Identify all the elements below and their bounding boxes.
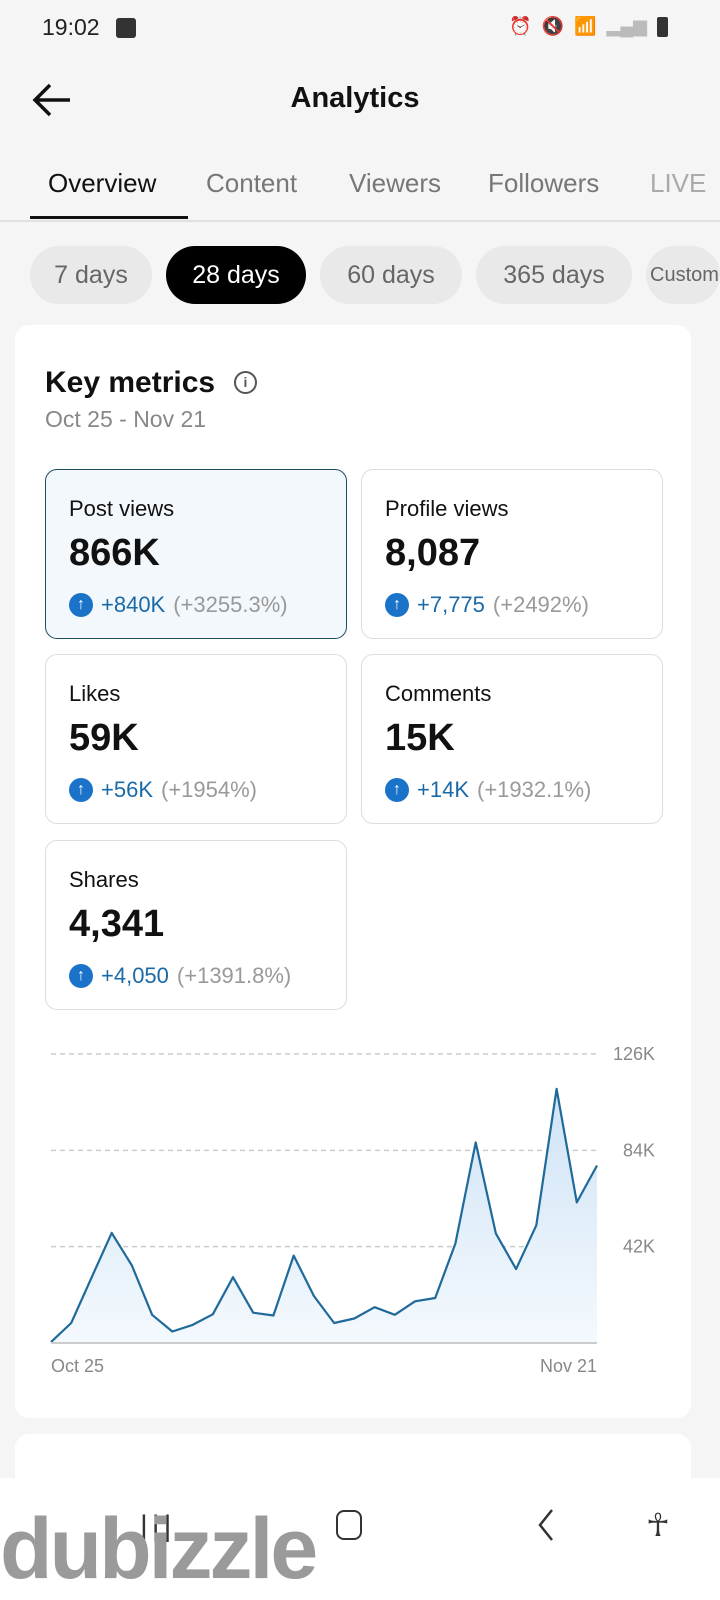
home-icon[interactable] bbox=[336, 1510, 362, 1540]
metric-change: ↑ +14K (+1932.1%) bbox=[385, 777, 591, 803]
metric-value: 8,087 bbox=[385, 532, 481, 574]
range-60-days[interactable]: 60 days bbox=[320, 246, 462, 304]
alarm-icon: ⏰ bbox=[509, 16, 532, 36]
arrow-up-icon: ↑ bbox=[69, 778, 93, 802]
metric-change: ↑ +7,775 (+2492%) bbox=[385, 592, 589, 618]
active-tab-indicator bbox=[30, 216, 188, 219]
date-range: Oct 25 - Nov 21 bbox=[45, 406, 207, 432]
metric-card-post-views[interactable]: Post views 866K ↑ +840K (+3255.3%) bbox=[45, 469, 347, 639]
status-time: 19:02 bbox=[42, 14, 100, 40]
metric-label: Likes bbox=[69, 681, 121, 706]
x-tick-label: Oct 25 bbox=[51, 1356, 104, 1376]
arrow-up-icon: ↑ bbox=[385, 778, 409, 802]
y-tick-label: 42K bbox=[623, 1237, 655, 1257]
page-title: Analytics bbox=[290, 82, 420, 114]
tab-followers[interactable]: Followers bbox=[488, 168, 599, 199]
x-tick-label: Nov 21 bbox=[540, 1356, 597, 1376]
metric-percent: (+1954%) bbox=[161, 777, 258, 802]
metric-change: ↑ +840K (+3255.3%) bbox=[69, 592, 288, 618]
metric-percent: (+3255.3%) bbox=[173, 592, 288, 617]
metric-card-profile-views[interactable]: Profile views 8,087 ↑ +7,775 (+2492%) bbox=[361, 469, 663, 639]
battery-charging-icon bbox=[657, 16, 668, 37]
mute-icon: 🔇 bbox=[541, 16, 565, 36]
metric-percent: (+1391.8%) bbox=[176, 963, 292, 988]
gallery-icon bbox=[116, 18, 136, 38]
arrow-up-icon: ↑ bbox=[385, 593, 409, 617]
y-tick-label: 126K bbox=[613, 1044, 655, 1064]
range-28-days[interactable]: 28 days bbox=[166, 246, 306, 304]
wifi-icon: 📶 bbox=[574, 16, 597, 36]
metric-label: Comments bbox=[385, 681, 492, 706]
tab-live[interactable]: LIVE bbox=[650, 168, 706, 199]
arrow-up-icon: ↑ bbox=[69, 593, 93, 617]
accessibility-icon[interactable]: ☥ bbox=[646, 1506, 670, 1544]
metric-change: ↑ +56K (+1954%) bbox=[69, 777, 257, 803]
arrow-up-icon: ↑ bbox=[69, 964, 93, 988]
y-tick-label: 84K bbox=[623, 1140, 655, 1160]
tab-overview[interactable]: Overview bbox=[48, 168, 156, 199]
chart-area-fill bbox=[51, 1088, 597, 1343]
metric-card-shares[interactable]: Shares 4,341 ↑ +4,050 (+1391.8%) bbox=[45, 840, 347, 1010]
metric-delta: +56K bbox=[101, 777, 153, 802]
metric-label: Shares bbox=[69, 867, 139, 892]
range-365-days[interactable]: 365 days bbox=[476, 246, 632, 304]
metric-card-comments[interactable]: Comments 15K ↑ +14K (+1932.1%) bbox=[361, 654, 663, 824]
range-custom[interactable]: Custom bbox=[646, 246, 720, 304]
post-views-chart[interactable]: 126K 84K 42K Oct 25 Nov 21 bbox=[0, 1030, 720, 1400]
metric-percent: (+1932.1%) bbox=[477, 777, 592, 802]
metric-card-likes[interactable]: Likes 59K ↑ +56K (+1954%) bbox=[45, 654, 347, 824]
metric-value: 15K bbox=[385, 717, 455, 759]
tab-content[interactable]: Content bbox=[206, 168, 297, 199]
metric-delta: +4,050 bbox=[101, 963, 169, 988]
info-icon[interactable]: i bbox=[234, 371, 257, 394]
tab-bar: Overview Content Viewers Followers LIVE bbox=[0, 168, 720, 222]
metric-delta: +14K bbox=[417, 777, 469, 802]
metric-label: Post views bbox=[69, 496, 175, 521]
range-7-days[interactable]: 7 days bbox=[30, 246, 152, 304]
metric-change: ↑ +4,050 (+1391.8%) bbox=[69, 963, 291, 989]
signal-icon: ▂▄▆ bbox=[606, 16, 647, 36]
metric-value: 59K bbox=[69, 717, 139, 759]
metric-delta: +840K bbox=[101, 592, 166, 617]
key-metrics-title: Key metrics bbox=[45, 366, 216, 399]
status-icons: ⏰ 🔇 📶 ▂▄▆ bbox=[509, 16, 668, 37]
metric-value: 4,341 bbox=[69, 903, 165, 945]
metric-delta: +7,775 bbox=[417, 592, 485, 617]
metric-value: 866K bbox=[69, 532, 160, 574]
metric-percent: (+2492%) bbox=[492, 592, 589, 617]
metric-label: Profile views bbox=[385, 496, 509, 521]
tab-viewers[interactable]: Viewers bbox=[349, 168, 441, 199]
back-icon[interactable] bbox=[536, 1508, 556, 1542]
dubizzle-watermark: dubizzle bbox=[0, 1501, 318, 1597]
